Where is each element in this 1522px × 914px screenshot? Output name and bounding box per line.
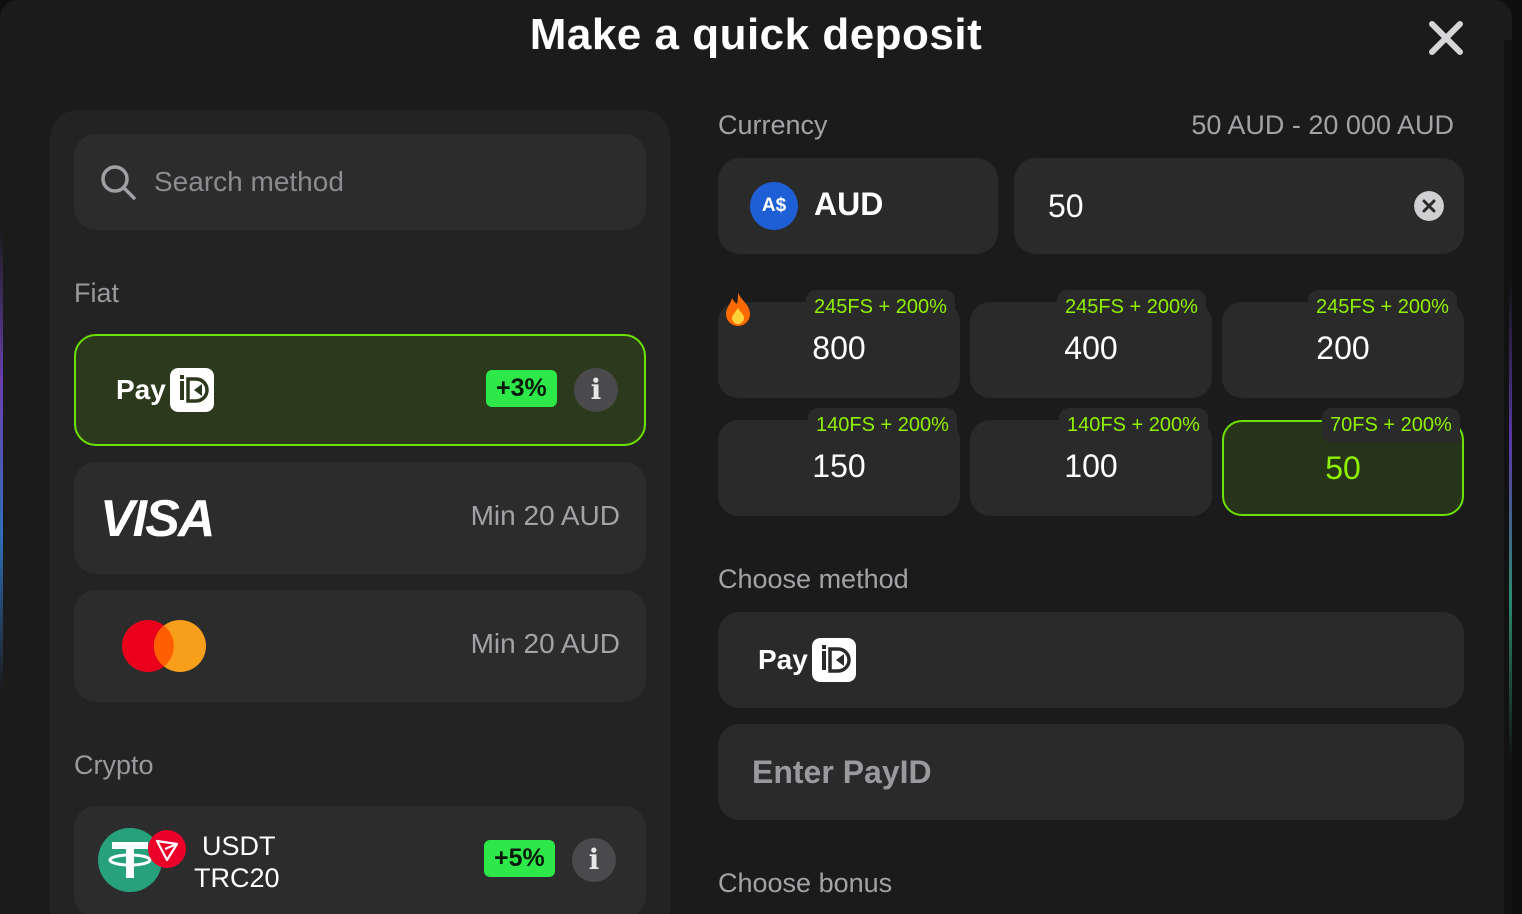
preset-bonus-tag: 245FS + 200% bbox=[1057, 290, 1206, 325]
payid-logo: Pay bbox=[758, 638, 856, 682]
modal-title: Make a quick deposit bbox=[529, 10, 983, 59]
payid-logo-icon bbox=[169, 368, 214, 412]
bonus-badge: +3% bbox=[486, 370, 557, 407]
preset-amount: 800 bbox=[812, 330, 866, 366]
amount-field[interactable] bbox=[1014, 158, 1464, 254]
edge-glow-right bbox=[1509, 280, 1512, 760]
clear-icon[interactable] bbox=[1414, 191, 1444, 221]
method-visa[interactable]: VISA Min 20 AUD bbox=[74, 462, 646, 574]
amount-input[interactable] bbox=[1048, 180, 1388, 232]
amount-range: 50 AUD - 20 000 AUD bbox=[1191, 110, 1454, 140]
preset-bonus-tag: 140FS + 200% bbox=[808, 408, 957, 443]
method-list-panel: Fiat Pay +3% i VISA Min 20 AUD bbox=[50, 110, 670, 914]
preset-amount: 400 bbox=[1064, 330, 1118, 366]
choose-method-label: Choose method bbox=[718, 564, 909, 594]
aud-coin-icon: A$ bbox=[750, 182, 798, 230]
tron-icon bbox=[148, 830, 186, 868]
payid-logo-icon bbox=[811, 638, 856, 682]
min-amount: Min 20 AUD bbox=[470, 628, 620, 659]
choose-bonus-label: Choose bonus bbox=[718, 868, 893, 898]
payid-logo: Pay bbox=[116, 368, 214, 412]
method-payid[interactable]: Pay +3% i bbox=[74, 334, 646, 446]
mastercard-logo bbox=[122, 620, 206, 672]
usdt-label: USDT bbox=[202, 831, 276, 861]
preset-bonus-tag: 140FS + 200% bbox=[1059, 408, 1208, 443]
selected-method-payid[interactable]: Pay bbox=[718, 612, 1464, 708]
trc20-label: TRC20 bbox=[194, 863, 280, 893]
bonus-badge: +5% bbox=[484, 840, 555, 877]
currency-code: AUD bbox=[814, 186, 884, 222]
visa-logo: VISA bbox=[100, 494, 215, 542]
info-icon[interactable]: i bbox=[574, 368, 618, 412]
payid-input[interactable] bbox=[752, 746, 1432, 798]
info-icon[interactable]: i bbox=[572, 838, 616, 882]
method-usdt-trc20[interactable]: USDT TRC20 +5% i bbox=[74, 806, 646, 914]
preset-bonus-tag: 245FS + 200% bbox=[1308, 290, 1457, 325]
currency-label: Currency bbox=[718, 110, 828, 140]
search-box[interactable] bbox=[74, 134, 646, 230]
section-crypto: Crypto bbox=[74, 750, 154, 780]
edge-glow bbox=[0, 230, 3, 690]
close-icon[interactable] bbox=[1422, 14, 1470, 62]
search-input[interactable] bbox=[154, 154, 614, 210]
preset-amount: 100 bbox=[1064, 448, 1118, 484]
currency-select[interactable]: A$ AUD bbox=[718, 158, 998, 254]
payid-logo-text: Pay bbox=[116, 374, 166, 405]
method-mastercard[interactable]: Min 20 AUD bbox=[74, 590, 646, 702]
payid-logo-text: Pay bbox=[758, 644, 808, 675]
search-icon bbox=[101, 165, 136, 200]
preset-amount: 50 bbox=[1325, 450, 1361, 486]
preset-amount: 200 bbox=[1316, 330, 1370, 366]
preset-bonus-tag: 245FS + 200% bbox=[806, 290, 955, 325]
preset-bonus-tag: 70FS + 200% bbox=[1322, 408, 1460, 443]
preset-amount: 150 bbox=[812, 448, 866, 484]
section-fiat: Fiat bbox=[74, 278, 120, 308]
visa-logo-text: VISA bbox=[100, 494, 213, 542]
min-amount: Min 20 AUD bbox=[470, 500, 620, 531]
fire-icon bbox=[726, 292, 750, 326]
deposit-modal: Make a quick deposit Fiat Pay bbox=[0, 0, 1512, 914]
payid-field[interactable] bbox=[718, 724, 1464, 820]
